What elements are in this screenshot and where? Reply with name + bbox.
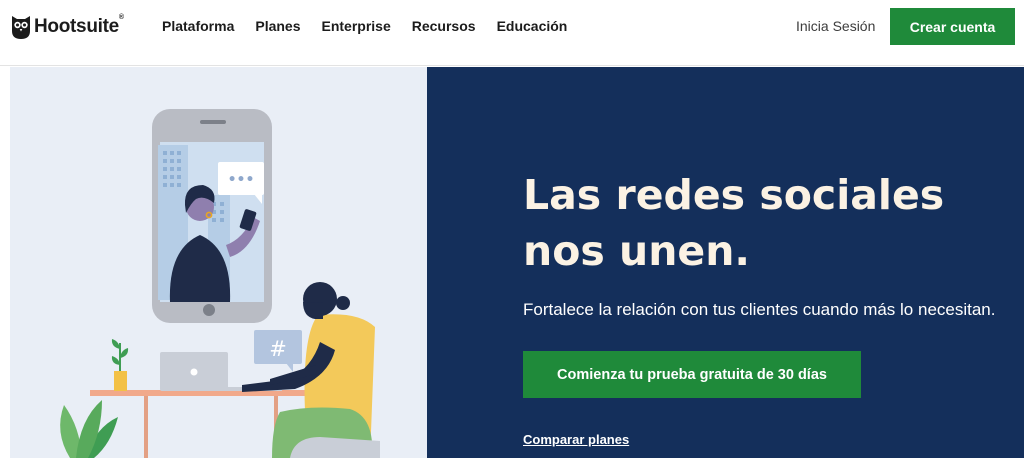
create-account-button[interactable]: Crear cuenta	[890, 8, 1015, 45]
hero-illustration-art: ••• #	[60, 109, 380, 458]
hashtag-symbol: #	[269, 337, 287, 361]
free-trial-button[interactable]: Comienza tu prueba gratuita de 30 días	[523, 351, 861, 398]
owl-logo-icon	[12, 16, 30, 39]
hero-subtitle: Fortalece la relación con tus clientes c…	[523, 300, 996, 319]
site-header: Hootsuite® Plataforma Planes Enterprise …	[0, 0, 1024, 66]
hero-panel: Las redes sociales nos unen. Fortalece l…	[427, 67, 1024, 458]
potted-plant-icon	[111, 339, 129, 391]
hashtag-bubble-icon: #	[254, 330, 302, 372]
chat-dots: •••	[228, 172, 255, 188]
hero-illustration: ••• #	[10, 67, 427, 458]
nav-item-recursos[interactable]: Recursos	[412, 17, 476, 35]
nav-item-planes[interactable]: Planes	[255, 17, 300, 35]
compare-plans-link[interactable]: Comparar planes	[523, 432, 629, 447]
nav-item-educacion[interactable]: Educación	[497, 17, 568, 35]
nav-item-enterprise[interactable]: Enterprise	[322, 17, 391, 35]
hero-title: Las redes sociales nos unen.	[523, 171, 945, 275]
logo-registered-mark: ®	[118, 14, 124, 21]
nav-item-plataforma[interactable]: Plataforma	[162, 17, 234, 35]
logo-text: Hootsuite	[34, 16, 119, 37]
floor-plant-icon	[60, 400, 118, 458]
main-nav: Plataforma Planes Enterprise Recursos Ed…	[162, 17, 588, 35]
hootsuite-logo[interactable]: Hootsuite®	[11, 13, 124, 41]
smartphone-icon	[152, 109, 272, 323]
login-link[interactable]: Inicia Sesión	[796, 17, 875, 35]
